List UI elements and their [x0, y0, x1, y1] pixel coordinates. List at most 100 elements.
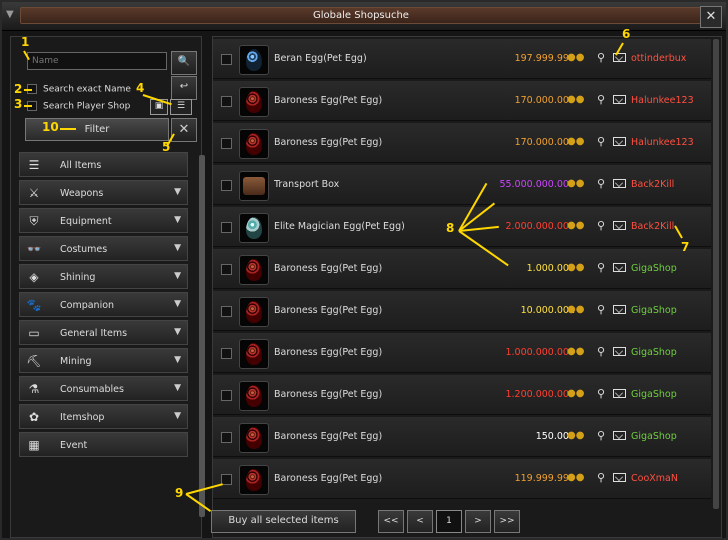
mail-icon[interactable] [613, 263, 626, 272]
seller-name[interactable]: GigaShop [631, 305, 677, 316]
first-page-button[interactable]: << [378, 510, 404, 533]
category-consumables[interactable]: ⚗ Consumables ▼ [19, 376, 188, 401]
seller-name[interactable]: GigaShop [631, 263, 677, 274]
item-name: Elite Magician Egg(Pet Egg) [274, 221, 405, 232]
category-label: All Items [60, 160, 102, 171]
mail-icon[interactable] [613, 473, 626, 482]
chevron-down-icon[interactable]: ▼ [174, 215, 181, 225]
seller-name[interactable]: Back2Kill [631, 179, 674, 190]
category-general-items[interactable]: ▭ General Items ▼ [19, 320, 188, 345]
magnifier-icon[interactable]: ⚲ [597, 93, 609, 107]
magnifier-icon[interactable]: ⚲ [597, 345, 609, 359]
category-equipment[interactable]: ⛨ Equipment ▼ [19, 208, 188, 233]
listing-row: Baroness Egg(Pet Egg) 150.000 ●● ⚲ GigaShop [213, 417, 711, 457]
buy-selected-button[interactable]: Buy all selected items [211, 510, 356, 533]
seller-name[interactable]: GigaShop [631, 347, 677, 358]
category-companion[interactable]: 🐾 Companion ▼ [19, 292, 188, 317]
seller-name[interactable]: GigaShop [631, 389, 677, 400]
seller-name[interactable]: Halunkee123 [631, 137, 694, 148]
annotation-3: 3 [14, 97, 23, 111]
category-scrollbar[interactable] [199, 155, 205, 517]
item-price: 197.999.990 [514, 53, 575, 64]
category-costumes[interactable]: 👓 Costumes ▼ [19, 236, 188, 261]
pet-egg-icon [246, 217, 262, 239]
category-label: Weapons [60, 188, 104, 199]
magnifier-icon[interactable]: ⚲ [597, 177, 609, 191]
last-page-button[interactable]: >> [494, 510, 520, 533]
pet-egg-icon [246, 385, 262, 407]
magnifier-icon[interactable]: ⚲ [597, 135, 609, 149]
listings-scrollbar[interactable] [713, 39, 719, 509]
item-thumbnail [239, 465, 269, 495]
category-shining[interactable]: ◈ Shining ▼ [19, 264, 188, 289]
category-event[interactable]: ▦ Event [19, 432, 188, 457]
select-checkbox[interactable] [221, 96, 232, 107]
chevron-down-icon[interactable]: ▼ [174, 271, 181, 281]
close-button[interactable]: ✕ [700, 6, 722, 28]
name-search-input[interactable] [27, 52, 167, 70]
chevron-down-icon[interactable]: ▼ [174, 383, 181, 393]
item-price: 170.000.000 [514, 95, 575, 106]
select-checkbox[interactable] [221, 390, 232, 401]
gold-coin-icon: ●● [567, 136, 585, 147]
seller-name[interactable]: ottinderbux [631, 53, 686, 64]
item-price: 1.200.000.000 [505, 389, 575, 400]
magnifier-icon[interactable]: ⚲ [597, 219, 609, 233]
select-checkbox[interactable] [221, 54, 232, 65]
gold-coin-icon: ●● [567, 262, 585, 273]
select-checkbox[interactable] [221, 180, 232, 191]
magnifier-icon[interactable]: ⚲ [597, 387, 609, 401]
select-checkbox[interactable] [221, 222, 232, 233]
mail-icon[interactable] [613, 137, 626, 146]
category-all-items[interactable]: ☰ All Items [19, 152, 188, 177]
mail-icon[interactable] [613, 179, 626, 188]
clear-filter-button[interactable]: ✕ [171, 118, 197, 142]
next-page-button[interactable]: > [465, 510, 491, 533]
select-checkbox[interactable] [221, 306, 232, 317]
magnifier-icon[interactable]: ⚲ [597, 51, 609, 65]
seller-name[interactable]: GigaShop [631, 431, 677, 442]
select-checkbox[interactable] [221, 432, 232, 443]
chevron-down-icon[interactable]: ▼ [174, 355, 181, 365]
mail-icon[interactable] [613, 389, 626, 398]
select-checkbox[interactable] [221, 138, 232, 149]
category-label: Equipment [60, 216, 112, 227]
magnifier-icon[interactable]: ⚲ [597, 303, 609, 317]
select-checkbox[interactable] [221, 348, 232, 359]
back-button[interactable]: ↩ [171, 76, 197, 100]
list-view-button[interactable]: ☰ [170, 99, 192, 115]
magnifier-icon[interactable]: ⚲ [597, 261, 609, 275]
search-button[interactable]: 🔍 [171, 51, 197, 75]
category-icon: 👓 [26, 242, 42, 256]
magnifier-icon[interactable]: ⚲ [597, 429, 609, 443]
mail-icon[interactable] [613, 221, 626, 230]
category-itemshop[interactable]: ✿ Itemshop ▼ [19, 404, 188, 429]
category-mining[interactable]: ⛏ Mining ▼ [19, 348, 188, 373]
select-checkbox[interactable] [221, 264, 232, 275]
mail-icon[interactable] [613, 431, 626, 440]
prev-page-button[interactable]: < [407, 510, 433, 533]
mail-icon[interactable] [613, 305, 626, 314]
exact-name-checkbox-row[interactable]: Search exact Name [27, 84, 131, 96]
mail-icon[interactable] [613, 95, 626, 104]
chevron-down-icon[interactable]: ▼ [174, 187, 181, 197]
magnifier-icon[interactable]: ⚲ [597, 471, 609, 485]
chevron-down-icon[interactable]: ▼ [174, 327, 181, 337]
chevron-down-icon[interactable]: ▼ [174, 243, 181, 253]
chevron-down-icon[interactable]: ▼ [174, 411, 181, 421]
category-label: General Items [60, 328, 128, 339]
window-menu-icon[interactable]: ▼ [6, 9, 16, 22]
item-thumbnail [239, 297, 269, 327]
seller-name[interactable]: CooXmaN [631, 473, 678, 484]
category-label: Event [60, 440, 88, 451]
mail-icon[interactable] [613, 347, 626, 356]
gold-coin-icon: ●● [567, 346, 585, 357]
seller-name[interactable]: Back2Kill [631, 221, 674, 232]
listing-row: Baroness Egg(Pet Egg) 170.000.000 ●● ⚲ Halun… [213, 81, 711, 121]
seller-name[interactable]: Halunkee123 [631, 95, 694, 106]
shop-search-window: ▼ Globale Shopsuche ✕ 🔍 ↩ Search exact N… [0, 0, 728, 540]
player-shop-checkbox-row[interactable]: Search Player Shop [27, 101, 130, 113]
chevron-down-icon[interactable]: ▼ [174, 299, 181, 309]
category-weapons[interactable]: ⚔ Weapons ▼ [19, 180, 188, 205]
category-icon: ▦ [28, 438, 40, 452]
